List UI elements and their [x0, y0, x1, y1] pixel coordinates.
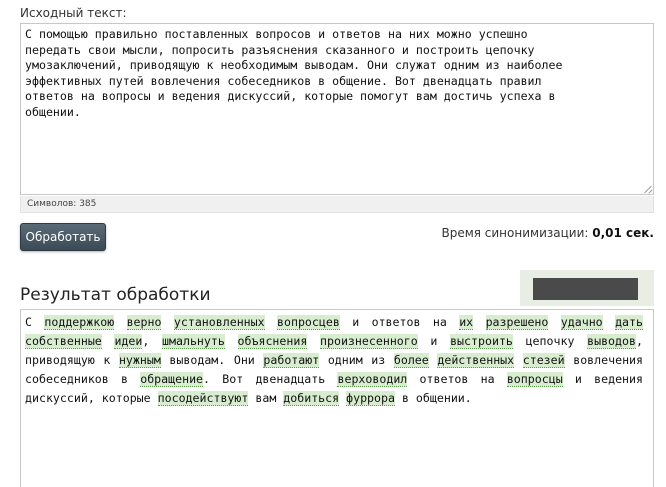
- synonym-word[interactable]: работают: [263, 353, 320, 368]
- synonymization-time: Время синонимизации: 0,01 сек.: [441, 226, 654, 240]
- source-textarea[interactable]: С помощью правильно поставленных вопросо…: [20, 23, 654, 195]
- synonym-word[interactable]: фуррора: [346, 391, 395, 406]
- source-text[interactable]: С помощью правильно поставленных вопросо…: [25, 27, 639, 120]
- char-count: Символов: 385: [27, 199, 97, 209]
- synonym-word[interactable]: верховодил: [337, 372, 408, 387]
- synonym-word[interactable]: действенных: [437, 353, 515, 368]
- synonym-word[interactable]: стезей: [522, 353, 565, 368]
- synonym-word[interactable]: вопросцы: [506, 372, 563, 387]
- synonym-word[interactable]: вопросцев: [277, 315, 340, 330]
- synonym-word[interactable]: выводов: [587, 334, 636, 349]
- synonym-word[interactable]: разрешено: [485, 315, 549, 330]
- synonym-word[interactable]: установленных: [173, 315, 265, 330]
- synonym-word[interactable]: дать: [615, 315, 643, 330]
- synonym-word[interactable]: идеи: [114, 334, 143, 349]
- synonym-word[interactable]: добиться: [283, 391, 340, 406]
- time-label: Время синонимизации:: [441, 226, 589, 240]
- synonym-word[interactable]: выстроить: [450, 334, 513, 349]
- time-value: 0,01 сек.: [592, 226, 654, 240]
- synonym-word[interactable]: объяснения: [237, 334, 308, 349]
- synonym-word[interactable]: шмальнуть: [162, 334, 225, 349]
- synonym-word[interactable]: более: [393, 353, 429, 368]
- result-title: Результат обработки: [20, 285, 211, 305]
- redacted-block: [533, 278, 638, 300]
- synonym-word[interactable]: удачно: [560, 315, 603, 330]
- synonym-word[interactable]: обращение: [140, 372, 204, 387]
- process-button[interactable]: Обработать: [20, 223, 106, 251]
- synonym-word[interactable]: их: [459, 315, 474, 330]
- result-text[interactable]: С поддержкою верно установленных вопросц…: [25, 313, 643, 408]
- resize-grip-icon[interactable]: [643, 184, 652, 193]
- char-count-bar: Символов: 385: [20, 196, 654, 213]
- synonym-word[interactable]: произнесенного: [320, 334, 418, 349]
- synonym-word[interactable]: собственные: [25, 334, 102, 349]
- result-textarea[interactable]: С поддержкою верно установленных вопросц…: [20, 309, 654, 487]
- synonym-word[interactable]: верно: [126, 315, 162, 330]
- source-label: Исходный текст:: [20, 6, 127, 20]
- synonym-word[interactable]: нужным: [118, 353, 161, 368]
- synonym-word[interactable]: поддержкою: [44, 315, 115, 330]
- synonym-word[interactable]: посодействуют: [157, 391, 249, 406]
